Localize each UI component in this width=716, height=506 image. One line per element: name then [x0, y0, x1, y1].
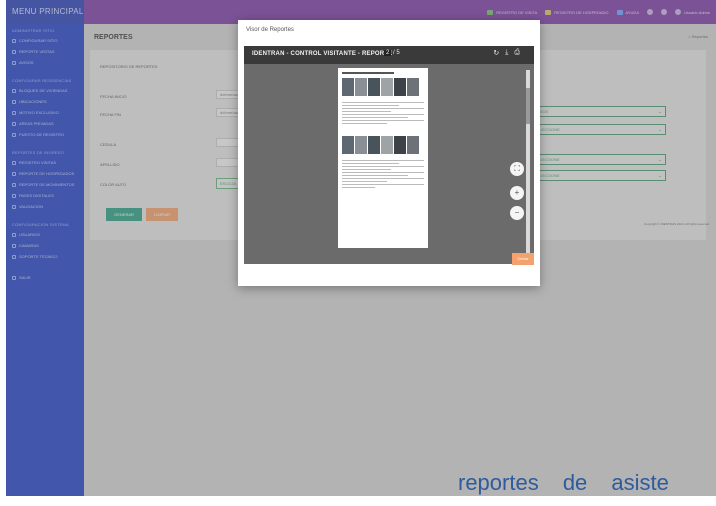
record-text — [342, 160, 424, 190]
pdf-toolbar: IDENTRAN - CONTROL VISITANTE - REPORTE 2… — [244, 46, 534, 64]
record-text — [342, 102, 424, 126]
zoom-out-icon[interactable]: − — [510, 206, 524, 220]
modal-title: Visor de Reportes — [246, 27, 294, 33]
pdf-page — [338, 68, 428, 248]
print-icon[interactable]: ⎙ — [514, 49, 520, 57]
pdf-page-heading — [342, 72, 394, 74]
fit-page-icon[interactable]: ⛶ — [510, 162, 524, 176]
photo-strip — [342, 136, 419, 154]
scrollbar-thumb[interactable] — [526, 88, 530, 124]
pdf-actions: ↻ ⤓ ⎙ — [493, 49, 520, 57]
pdf-scrollbar[interactable] — [526, 70, 530, 260]
zoom-in-icon[interactable]: + — [510, 186, 524, 200]
photo-strip — [342, 78, 419, 96]
close-button[interactable]: Cerrar — [512, 253, 534, 265]
pdf-title: IDENTRAN - CONTROL VISITANTE - REPORTE — [252, 51, 393, 57]
page-indicator: 2 / 5 — [384, 50, 400, 56]
page-current-input[interactable]: 2 — [384, 50, 392, 56]
page-total: 5 — [396, 50, 400, 56]
pdf-viewer: IDENTRAN - CONTROL VISITANTE - REPORTE 2… — [244, 46, 534, 264]
download-icon[interactable]: ⤓ — [505, 49, 508, 57]
app-screen: MENU PRINCIPAL ⊙ REGISTRO DE VISITA REGI… — [6, 0, 716, 496]
report-viewer-modal: Visor de Reportes IDENTRAN - CONTROL VIS… — [238, 20, 540, 286]
caption-text: reportes de asiste — [458, 470, 669, 495]
rotate-icon[interactable]: ↻ — [493, 49, 499, 57]
